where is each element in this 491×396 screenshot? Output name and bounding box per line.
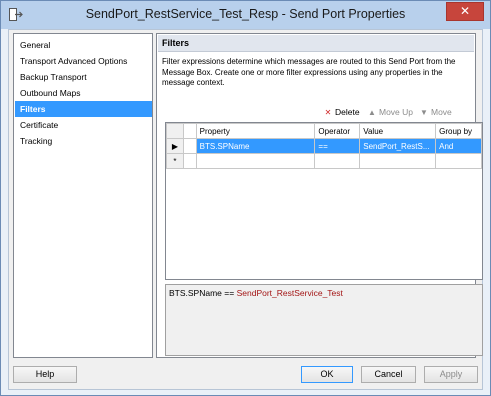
nav-item-certificate[interactable]: Certificate — [15, 117, 152, 133]
title-bar[interactable]: SendPort_RestService_Test_Resp - Send Po… — [1, 1, 490, 29]
help-button[interactable]: Help — [13, 366, 77, 383]
nav-item-filters[interactable]: Filters — [15, 101, 152, 117]
column-header-value[interactable]: Value — [359, 123, 437, 139]
dialog-window: SendPort_RestService_Test_Resp - Send Po… — [0, 0, 491, 396]
nav-item-outbound-maps[interactable]: Outbound Maps — [15, 85, 152, 101]
delete-icon: ✕ — [324, 108, 332, 117]
window-title: SendPort_RestService_Test_Resp - Send Po… — [85, 7, 406, 21]
panel-description: Filter expressions determine which messa… — [162, 57, 456, 87]
cell-group-by[interactable] — [435, 153, 482, 169]
nav-item-tracking[interactable]: Tracking — [15, 133, 152, 149]
delete-button[interactable]: ✕ Delete — [323, 106, 360, 119]
column-header-group-by[interactable]: Group by — [435, 123, 482, 139]
filters-panel: Filters Filter expressions determine whi… — [156, 33, 483, 358]
cell-value[interactable]: SendPort_RestS... — [359, 138, 437, 154]
grid-header-row: Property Operator Value Group by — [166, 123, 482, 139]
cell-value[interactable] — [359, 153, 437, 169]
ok-button[interactable]: OK — [301, 366, 353, 383]
close-button[interactable]: ✕ — [446, 2, 484, 21]
cell-operator[interactable] — [314, 153, 361, 169]
move-up-label: Move Up — [379, 107, 414, 117]
nav-item-transport-advanced-options[interactable]: Transport Advanced Options — [15, 53, 152, 69]
expression-property: BTS.SPName — [169, 288, 222, 298]
arrow-down-icon: ▼ — [420, 108, 428, 117]
expression-value: SendPort_RestService_Test — [236, 288, 343, 298]
new-row[interactable]: * — [166, 153, 482, 169]
grid-spacer-cell — [182, 138, 197, 154]
column-header-operator[interactable]: Operator — [314, 123, 361, 139]
cell-property[interactable]: BTS.SPName — [195, 138, 316, 154]
delete-label: Delete — [335, 107, 360, 117]
apply-button[interactable]: Apply — [424, 366, 478, 383]
panel-title: Filters — [158, 35, 474, 52]
row-selector-arrow-icon[interactable]: ▶ — [166, 138, 184, 154]
category-list: General Transport Advanced Options Backu… — [13, 33, 153, 358]
cell-operator[interactable]: == — [314, 138, 361, 154]
cell-property[interactable] — [195, 153, 316, 169]
filter-grid[interactable]: Property Operator Value Group by ▶ BTS.S… — [165, 122, 483, 280]
grid-spacer-header — [182, 123, 197, 139]
expression-operator: == — [224, 288, 235, 298]
nav-item-backup-transport[interactable]: Backup Transport — [15, 69, 152, 85]
cancel-button[interactable]: Cancel — [361, 366, 416, 383]
arrow-up-icon: ▲ — [368, 108, 376, 117]
grid-corner — [166, 123, 184, 139]
dialog-client-area: General Transport Advanced Options Backu… — [8, 29, 483, 390]
table-row[interactable]: ▶ BTS.SPName == SendPort_RestS... And — [166, 138, 482, 154]
grid-spacer-cell — [182, 153, 197, 169]
move-down-button[interactable]: ▼Move Down — [419, 106, 475, 130]
column-header-property[interactable]: Property — [195, 123, 316, 139]
move-up-button[interactable]: ▲ Move Up — [367, 106, 413, 119]
cell-group-by[interactable]: And — [435, 138, 482, 154]
nav-item-general[interactable]: General — [15, 37, 152, 53]
new-row-asterisk-icon[interactable]: * — [166, 153, 184, 169]
filter-expression-preview: BTS.SPName == SendPort_RestService_Test — [165, 284, 483, 356]
